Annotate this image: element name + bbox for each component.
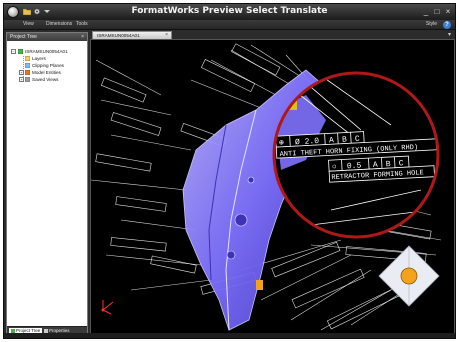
tree-item-saved-views[interactable]: + Saved Views <box>11 76 87 83</box>
tree-item-model-entities[interactable]: + Model Entities <box>11 69 87 76</box>
tree-item-clipping-planes[interactable]: Clipping Planes <box>11 62 87 69</box>
3d-viewport[interactable]: ⊕ Ø 2.0 A B C ANTI THEFT HORN FIXING (ON… <box>90 39 455 335</box>
project-tree-panel: Project Tree × − ISRAMSUN0054A01 Layers <box>6 32 88 335</box>
expand-icon[interactable]: + <box>19 70 24 75</box>
model-entities-icon <box>25 70 30 75</box>
tree-item-label: Layers <box>32 56 46 61</box>
menu-dimensions[interactable]: Dimensions <box>46 21 72 27</box>
panel-close-icon[interactable]: × <box>81 33 84 41</box>
style-menu[interactable]: Style <box>426 21 437 27</box>
tree-root-label: ISRAMSUN0054A01 <box>25 49 68 54</box>
axis-triad-icon <box>101 300 114 315</box>
document-tab-close-icon[interactable]: × <box>165 32 168 39</box>
document-tab-label: ISRAMSUN0054A01 <box>97 33 140 38</box>
model-canvas[interactable]: ⊕ Ø 2.0 A B C ANTI THEFT HORN FIXING (ON… <box>91 40 455 335</box>
project-tree: − ISRAMSUN0054A01 Layers Clipping Planes <box>11 48 87 83</box>
tree-item-label: Saved Views <box>32 77 59 82</box>
help-icon[interactable]: ? <box>443 21 451 29</box>
expand-icon[interactable]: + <box>19 77 24 82</box>
minimize-icon[interactable]: _ <box>421 7 431 16</box>
saved-views-icon <box>25 77 30 82</box>
tree-root[interactable]: − ISRAMSUN0054A01 <box>11 48 87 55</box>
tree-item-label: Model Entities <box>32 70 61 75</box>
navigation-arrows-icon[interactable] <box>378 245 440 307</box>
layers-icon <box>25 56 30 61</box>
document-list-dropdown-icon[interactable]: ▾ <box>448 31 451 38</box>
menu-view[interactable]: View <box>23 21 34 27</box>
collapse-icon[interactable]: − <box>11 49 16 54</box>
project-tree-header: Project Tree × <box>7 33 87 41</box>
tree-item-layers[interactable]: Layers <box>11 55 87 62</box>
menu-bar: View Dimensions Tools Style ? <box>4 20 455 30</box>
title-bar: FormatWorks Preview Select Translate _ □… <box>4 4 455 20</box>
model-icon <box>18 49 23 54</box>
close-icon[interactable]: × <box>443 7 453 16</box>
tree-item-label: Clipping Planes <box>32 63 64 68</box>
status-bar <box>4 333 455 338</box>
project-tree-title: Project Tree <box>10 34 37 40</box>
menu-tools[interactable]: Tools <box>76 21 88 27</box>
maximize-icon[interactable]: □ <box>432 7 442 16</box>
application-window: FormatWorks Preview Select Translate _ □… <box>3 3 456 339</box>
document-tab[interactable]: ISRAMSUN0054A01 × <box>92 31 172 39</box>
window-title: FormatWorks Preview Select Translate <box>131 6 328 16</box>
clipping-planes-icon <box>25 63 30 68</box>
